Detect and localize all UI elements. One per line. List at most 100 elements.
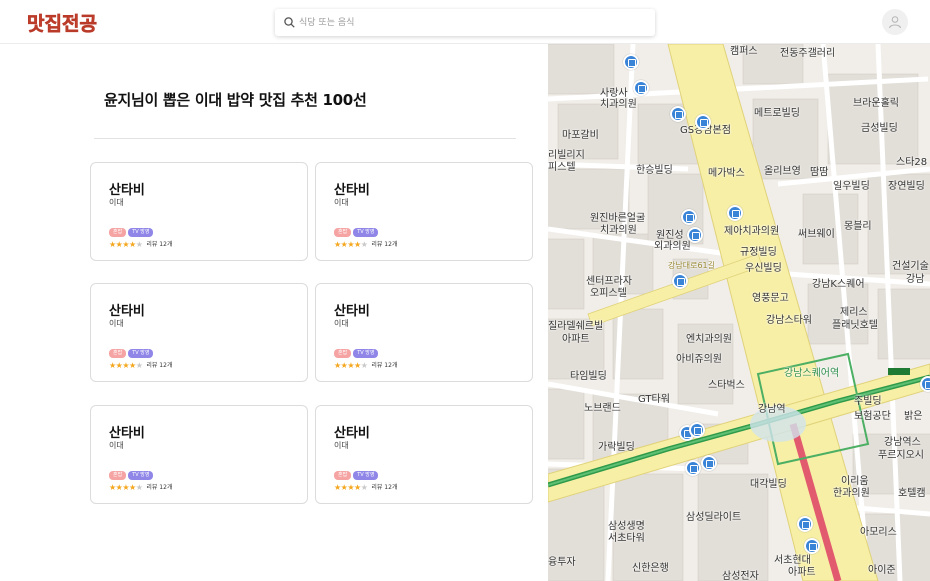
map-place-label[interactable]: 밝은 (904, 411, 922, 423)
map-place-label[interactable]: 제아치과의원 (724, 226, 779, 238)
bus-stop-icon[interactable] (672, 273, 688, 289)
bus-stop-icon[interactable] (797, 516, 813, 532)
map-place-label[interactable]: 센터프라자 (586, 276, 632, 288)
map-place-label[interactable]: 강남스타워 (766, 315, 812, 327)
restaurant-card[interactable]: 산타비 이대 혼밥 TV 방영 ★★★★★ 리뷰 12개 (315, 283, 533, 382)
map-place-label[interactable]: 강남스퀘어역 (784, 368, 839, 380)
map-place-label[interactable]: 메트로빌딩 (754, 108, 800, 120)
map-place-label[interactable]: 플래닛호텔 (832, 320, 878, 332)
map-place-label[interactable]: 원진바른얼굴 (590, 213, 645, 225)
map-place-label[interactable]: 땀땀 (810, 167, 828, 179)
map-place-label[interactable]: 한승빌딩 (636, 165, 673, 177)
tag-badge: TV 방영 (353, 471, 379, 480)
bus-stop-icon[interactable] (681, 209, 697, 225)
restaurant-name: 산타비 (109, 304, 145, 319)
map-place-label[interactable]: 이리움 (841, 476, 869, 488)
bus-stop-icon[interactable] (685, 460, 701, 476)
map-place-label[interactable]: 서초타워 (608, 533, 645, 545)
map-place-label[interactable]: 아파트 (788, 567, 816, 579)
map-place-label[interactable]: GT타워 (638, 394, 670, 406)
search-input[interactable] (299, 9, 639, 36)
bus-stop-icon[interactable] (633, 80, 649, 96)
map-place-label[interactable]: 엔치과의원 (686, 334, 732, 346)
map-place-label[interactable]: 타임빌딩 (570, 371, 607, 383)
map-place-label[interactable]: 서초현대 (774, 555, 811, 567)
star-icon: ★ (354, 361, 361, 370)
map-place-label[interactable]: 신한은행 (632, 563, 669, 575)
map-place-label[interactable]: 노브랜드 (584, 403, 621, 415)
bus-stop-icon[interactable] (727, 205, 743, 221)
map-place-label[interactable]: 규정빌딩 (740, 247, 777, 259)
restaurant-card[interactable]: 산타비 이대 혼밥 TV 방영 ★★★★★ 리뷰 12개 (90, 162, 308, 261)
map-place-label[interactable]: 보험공단 (854, 411, 891, 423)
rating-row: ★★★★★ 리뷰 12개 (109, 483, 172, 493)
map-place-label[interactable]: 강남 (906, 274, 924, 286)
map-place-label[interactable]: 푸르지오시 (878, 450, 924, 462)
restaurant-card[interactable]: 산타비 이대 혼밥 TV 방영 ★★★★★ 리뷰 12개 (315, 162, 533, 261)
bus-stop-icon[interactable] (687, 227, 703, 243)
bus-stop-icon[interactable] (689, 422, 705, 438)
rating-row: ★★★★★ 리뷰 12개 (334, 361, 397, 371)
map-place-label[interactable]: 제리스 (840, 307, 868, 319)
map-place-label[interactable]: 스타벅스 (708, 380, 745, 392)
user-avatar[interactable] (882, 9, 908, 35)
restaurant-card[interactable]: 산타비 이대 혼밥 TV 방영 ★★★★★ 리뷰 12개 (90, 283, 308, 382)
restaurant-card[interactable]: 산타비 이대 혼밥 TV 방영 ★★★★★ 리뷰 12개 (315, 405, 533, 504)
map-place-label[interactable]: 치과의원 (600, 99, 637, 111)
map-place-label[interactable]: 리빌리지 (548, 150, 585, 162)
bus-stop-icon[interactable] (920, 376, 930, 392)
map-place-label[interactable]: 융투자 (548, 557, 576, 569)
bus-stop-icon[interactable] (623, 54, 639, 70)
map-place-label[interactable]: 호텔캠 (898, 488, 926, 500)
map-place-label[interactable]: 강남대로61길 (668, 260, 715, 272)
rating-row: ★★★★★ 리뷰 12개 (334, 483, 397, 493)
map-place-label[interactable]: 전동주갤러리 (780, 48, 835, 60)
map-place-label[interactable]: 강남역스 (884, 437, 921, 449)
map-place-label[interactable]: 우신빌딩 (745, 263, 782, 275)
map-place-label[interactable]: 영풍문고 (752, 293, 789, 305)
map-place-label[interactable]: 대각빌딩 (750, 479, 787, 491)
star-icon: ★ (347, 361, 355, 370)
restaurant-card[interactable]: 산타비 이대 혼밥 TV 방영 ★★★★★ 리뷰 12개 (90, 405, 308, 504)
map-place-label[interactable]: 주빌딩 (854, 396, 882, 408)
map-view[interactable]: 캠퍼스 전동주갤러리 사랑사 치과의원 마포갈비 브라운홀릭 메트로빌딩 GS강남본점 금성빌딩… (548, 44, 930, 581)
map-place-label[interactable]: 일우빌딩 (833, 181, 870, 193)
map-place-label[interactable]: 한과의원 (833, 488, 870, 500)
star-icon: ★ (135, 483, 143, 492)
map-place-label[interactable]: 오피스텔 (590, 288, 627, 300)
map-place-label[interactable]: 아모리스 (860, 527, 897, 539)
map-place-label[interactable]: 아파트 (562, 334, 590, 346)
search-icon (284, 17, 295, 28)
map-place-label[interactable]: 건설기술 (892, 261, 929, 273)
map-place-label[interactable]: 메가박스 (708, 168, 745, 180)
map-place-label[interactable]: 피스텔 (548, 162, 576, 174)
map-place-label[interactable]: 강남K스퀘어 (812, 279, 865, 291)
map-place-label[interactable]: 아비쥬의원 (676, 354, 722, 366)
search-bar[interactable] (275, 9, 655, 36)
map-place-label[interactable]: 올리브영 (764, 166, 801, 178)
map-place-label[interactable]: 삼성생명 (608, 521, 645, 533)
map-place-label[interactable]: 치과의원 (600, 225, 637, 237)
map-place-label[interactable]: 강남역 (758, 404, 786, 416)
map-place-label[interactable]: 가락빌딩 (598, 442, 635, 454)
map-place-label[interactable]: 외과의원 (654, 241, 691, 253)
map-place-label[interactable]: 장연빌딩 (888, 181, 925, 193)
logo[interactable]: 맛집전공 (27, 9, 101, 35)
map-place-label[interactable]: 스타28 (896, 157, 927, 169)
bus-stop-icon[interactable] (804, 538, 820, 554)
map-place-label[interactable]: 아이준 (868, 565, 896, 577)
map-place-label[interactable]: 캠퍼스 (730, 46, 758, 58)
star-icon: ★ (360, 483, 368, 492)
map-place-label[interactable]: 삼성딜라이트 (686, 512, 741, 524)
tag-list: 혼밥 TV 방영 (109, 349, 154, 358)
map-place-label[interactable]: 마포갈비 (562, 130, 599, 142)
map-place-label[interactable]: 브라운홀릭 (853, 98, 899, 110)
bus-stop-icon[interactable] (670, 106, 686, 122)
map-place-label[interactable]: 몽블리 (844, 221, 872, 233)
map-place-label[interactable]: 금성빌딩 (861, 123, 898, 135)
map-place-label[interactable]: 삼성전자 (722, 571, 759, 581)
bus-stop-icon[interactable] (701, 455, 717, 471)
map-place-label[interactable]: 질라델쉐르빌 (548, 321, 603, 333)
bus-stop-icon[interactable] (695, 114, 711, 130)
map-place-label[interactable]: 써브웨이 (798, 229, 835, 241)
